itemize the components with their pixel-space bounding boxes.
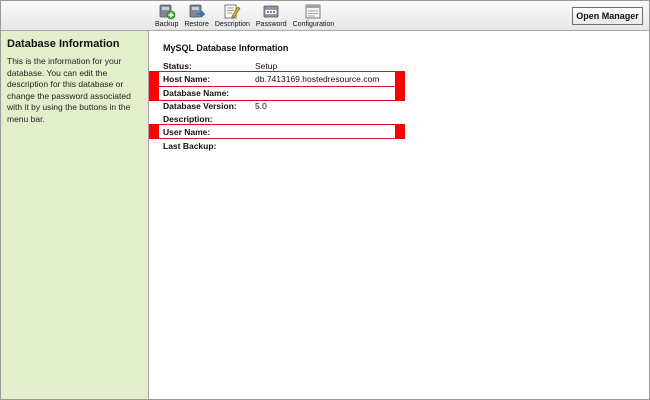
description-button[interactable]: Description [215, 3, 250, 28]
status-label: Status: [163, 61, 192, 71]
database-version-label: Database Version: [163, 101, 237, 111]
database-name-label: Database Name: [163, 88, 230, 98]
configuration-label: Configuration [292, 21, 335, 28]
last-backup-label: Last Backup: [163, 141, 217, 151]
backup-label: Backup [155, 21, 179, 28]
status-row: Status: Setup [150, 59, 410, 73]
description-icon [224, 4, 241, 19]
restore-label: Restore [184, 21, 209, 28]
toolbar-buttons: Backup Restore Description Password Conf… [155, 3, 340, 28]
password-button[interactable]: Password [256, 3, 287, 28]
user-name-row: User Name: [150, 125, 410, 139]
host-name-row: Host Name: db.7413169.hostedresource.com [150, 72, 410, 86]
sidebar-help-text: This is the information for your databas… [7, 56, 131, 124]
description-label: Description [214, 21, 250, 28]
status-value: Setup [255, 61, 278, 71]
configuration-icon [306, 4, 321, 19]
top-toolbar: Backup Restore Description Password Conf… [1, 1, 649, 31]
restore-icon [189, 4, 205, 18]
user-name-label: User Name: [163, 127, 211, 137]
backup-button[interactable]: Backup [155, 3, 178, 28]
database-version-value: 5.0 [255, 101, 267, 111]
configuration-button[interactable]: Configuration [292, 3, 335, 28]
database-version-row: Database Version: 5.0 [150, 99, 410, 113]
backup-icon [159, 4, 175, 20]
host-name-value: db.7413169.hostedresource.com [255, 74, 380, 84]
host-name-label: Host Name: [163, 74, 211, 84]
password-label: Password [255, 21, 287, 28]
description-row: Description: [150, 112, 410, 126]
description-field-label: Description: [163, 114, 213, 124]
password-icon [263, 5, 279, 18]
open-manager-button[interactable]: Open Manager [572, 7, 643, 25]
last-backup-row: Last Backup: [150, 139, 410, 153]
page-title: MySQL Database Information [163, 43, 289, 53]
restore-button[interactable]: Restore [184, 3, 209, 28]
main-panel: MySQL Database Information Status: Setup… [149, 31, 649, 399]
sidebar: Database Information This is the informa… [1, 31, 149, 399]
database-name-row: Database Name: [150, 86, 410, 100]
sidebar-title: Database Information [7, 38, 120, 50]
